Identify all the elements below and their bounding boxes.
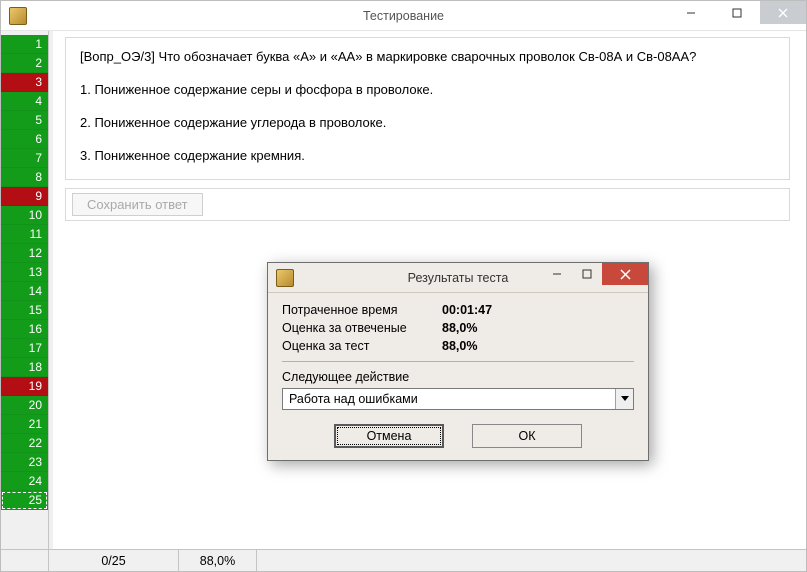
dialog-minimize-button[interactable] (542, 263, 572, 285)
close-button[interactable] (760, 1, 806, 24)
dialog-title: Результаты теста (408, 271, 509, 285)
dialog-close-button[interactable] (602, 263, 648, 285)
question-item-8[interactable]: 8 (1, 168, 48, 187)
maximize-button[interactable] (714, 1, 760, 24)
stat-label: Потраченное время (282, 303, 442, 317)
cancel-button[interactable]: Отмена (334, 424, 444, 448)
status-score: 88,0% (179, 550, 257, 571)
question-item-20[interactable]: 20 (1, 396, 48, 415)
titlebar: Тестирование (1, 1, 806, 31)
question-item-12[interactable]: 12 (1, 244, 48, 263)
question-item-11[interactable]: 11 (1, 225, 48, 244)
stat-value: 88,0% (442, 339, 477, 353)
question-item-21[interactable]: 21 (1, 415, 48, 434)
dialog-controls (542, 263, 648, 285)
statusbar: 0/25 88,0% (1, 549, 806, 571)
answer-option[interactable]: 1. Пониженное содержание серы и фосфора … (80, 81, 775, 100)
save-bar: Сохранить ответ (65, 188, 790, 221)
question-item-2[interactable]: 2 (1, 54, 48, 73)
question-item-10[interactable]: 10 (1, 206, 48, 225)
minimize-button[interactable] (668, 1, 714, 24)
minimize-icon (686, 8, 696, 18)
question-panel: [Вопр_ОЭ/3] Что обозначает буква «А» и «… (65, 37, 790, 180)
question-item-16[interactable]: 16 (1, 320, 48, 339)
question-item-9[interactable]: 9 (1, 187, 48, 206)
stat-value: 00:01:47 (442, 303, 492, 317)
answer-option[interactable]: 3. Пониженное содержание кремния. (80, 147, 775, 166)
question-item-17[interactable]: 17 (1, 339, 48, 358)
stat-label: Оценка за отвеченые (282, 321, 442, 335)
question-item-22[interactable]: 22 (1, 434, 48, 453)
dialog-titlebar: Результаты теста (268, 263, 648, 293)
question-item-5[interactable]: 5 (1, 111, 48, 130)
dialog-separator (282, 361, 634, 362)
dialog-buttons: Отмена ОК (282, 424, 634, 448)
stat-value: 88,0% (442, 321, 477, 335)
next-action-label: Следующее действие (282, 370, 634, 384)
combo-input[interactable] (283, 389, 615, 409)
window-controls (668, 1, 806, 24)
window-title: Тестирование (363, 9, 444, 23)
question-text: [Вопр_ОЭ/3] Что обозначает буква «А» и «… (80, 48, 775, 67)
chevron-down-icon[interactable] (615, 389, 633, 409)
question-item-15[interactable]: 15 (1, 301, 48, 320)
dialog-maximize-button[interactable] (572, 263, 602, 285)
results-dialog: Результаты теста Потраченное время 00:01… (267, 262, 649, 461)
app-icon (9, 7, 27, 25)
question-item-25[interactable]: 25 (1, 491, 48, 510)
question-item-6[interactable]: 6 (1, 130, 48, 149)
stat-row-time: Потраченное время 00:01:47 (282, 303, 634, 317)
next-action-combo[interactable] (282, 388, 634, 410)
question-item-13[interactable]: 13 (1, 263, 48, 282)
question-sidebar[interactable]: 1234567891011121314151617181920212223242… (1, 31, 49, 549)
question-item-23[interactable]: 23 (1, 453, 48, 472)
status-progress: 0/25 (49, 550, 179, 571)
question-item-3[interactable]: 3 (1, 73, 48, 92)
maximize-icon (582, 269, 592, 279)
question-item-14[interactable]: 14 (1, 282, 48, 301)
stat-row-answered: Оценка за отвеченые 88,0% (282, 321, 634, 335)
question-item-18[interactable]: 18 (1, 358, 48, 377)
ok-button[interactable]: ОК (472, 424, 582, 448)
app-icon (276, 269, 294, 287)
dialog-body: Потраченное время 00:01:47 Оценка за отв… (268, 293, 648, 460)
close-icon (778, 8, 788, 18)
status-cell-blank (1, 550, 49, 571)
question-item-19[interactable]: 19 (1, 377, 48, 396)
question-item-7[interactable]: 7 (1, 149, 48, 168)
question-item-24[interactable]: 24 (1, 472, 48, 491)
answer-option[interactable]: 2. Пониженное содержание углерода в пров… (80, 114, 775, 133)
question-item-1[interactable]: 1 (1, 35, 48, 54)
close-icon (620, 269, 631, 280)
minimize-icon (552, 269, 562, 279)
stat-label: Оценка за тест (282, 339, 442, 353)
save-answer-button[interactable]: Сохранить ответ (72, 193, 203, 216)
maximize-icon (732, 8, 742, 18)
stat-row-test: Оценка за тест 88,0% (282, 339, 634, 353)
question-item-4[interactable]: 4 (1, 92, 48, 111)
